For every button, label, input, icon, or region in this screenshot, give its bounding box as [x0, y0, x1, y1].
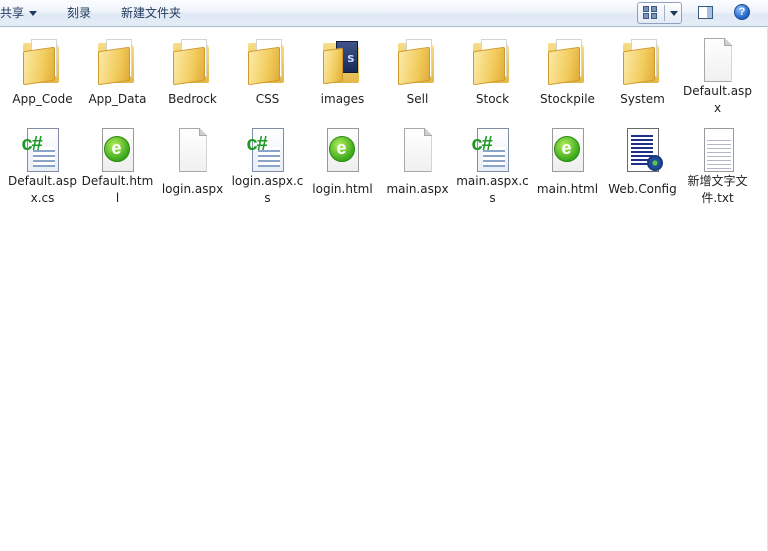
file-item[interactable]: Default.aspx	[680, 35, 755, 117]
folder-icon	[244, 37, 292, 86]
share-label: 共享	[0, 6, 25, 20]
csharp-file-icon: c#	[244, 127, 292, 172]
item-label: main.aspx	[386, 182, 449, 196]
images-folder-icon: S	[319, 37, 367, 85]
item-label: Bedrock	[168, 92, 217, 106]
file-item[interactable]: login.aspx	[155, 125, 230, 207]
item-label: Stockpile	[540, 92, 595, 106]
folder-icon	[94, 37, 142, 86]
item-label: CSS	[255, 92, 280, 106]
folder-item[interactable]: Sell	[380, 35, 455, 117]
burn-button[interactable]: 刻录	[67, 0, 91, 26]
blank-file-icon	[694, 37, 742, 82]
blank-file-icon	[394, 127, 442, 175]
item-label: Default.aspx.cs	[8, 174, 77, 205]
item-label: App_Data	[88, 92, 147, 106]
folder-item[interactable]: Bedrock	[155, 35, 230, 117]
folder-item[interactable]: CSS	[230, 35, 305, 117]
file-list-area[interactable]: App_Code App_Data Bedrock CSS Simages Sell Sto…	[0, 28, 768, 551]
folder-icon	[394, 37, 442, 86]
item-label: App_Code	[12, 92, 73, 106]
item-label: Default.aspx	[683, 84, 752, 115]
config-file-icon	[619, 127, 667, 175]
folder-item[interactable]: App_Code	[5, 35, 80, 117]
folder-item[interactable]: Stock	[455, 35, 530, 117]
file-item[interactable]: c# main.aspx.cs	[455, 125, 530, 207]
file-item[interactable]: c# login.aspx.cs	[230, 125, 305, 207]
item-label: Stock	[475, 92, 510, 106]
text-file-icon	[694, 127, 742, 172]
folder-item[interactable]: System	[605, 35, 680, 117]
file-item[interactable]: e main.html	[530, 125, 605, 207]
file-grid: App_Code App_Data Bedrock CSS Simages Sell Sto…	[5, 35, 755, 207]
folder-icon	[544, 37, 592, 86]
folder-icon	[19, 37, 67, 86]
csharp-file-icon: c#	[469, 127, 517, 172]
file-item[interactable]: c# Default.aspx.cs	[5, 125, 80, 207]
folder-item[interactable]: App_Data	[80, 35, 155, 117]
command-bar: 共享 刻录 新建文件夹 ?	[0, 0, 768, 27]
html-file-icon: e	[319, 127, 367, 175]
item-label: login.aspx.cs	[231, 174, 304, 205]
html-file-icon: e	[94, 127, 142, 172]
view-divider	[664, 5, 665, 21]
change-view-button[interactable]	[637, 2, 682, 24]
chevron-down-icon	[29, 11, 38, 16]
item-label: main.html	[536, 182, 599, 196]
file-item[interactable]: 新增文字文件.txt	[680, 125, 755, 207]
file-item[interactable]: main.aspx	[380, 125, 455, 207]
folder-icon	[169, 37, 217, 86]
item-label: main.aspx.cs	[456, 174, 529, 205]
help-icon[interactable]: ?	[734, 4, 750, 20]
folder-item[interactable]: Stockpile	[530, 35, 605, 117]
item-label: 新增文字文件.txt	[687, 174, 748, 205]
folder-item[interactable]: Simages	[305, 35, 380, 117]
folder-icon	[469, 37, 517, 86]
item-label: login.aspx	[161, 182, 224, 196]
folder-icon	[619, 37, 667, 86]
item-label: Default.html	[81, 174, 154, 205]
item-label: login.html	[312, 182, 373, 196]
blank-file-icon	[169, 127, 217, 175]
chevron-down-icon[interactable]	[670, 11, 678, 16]
new-folder-button[interactable]: 新建文件夹	[121, 0, 181, 26]
item-label: System	[620, 92, 665, 106]
file-item[interactable]: e login.html	[305, 125, 380, 207]
item-label: images	[320, 92, 365, 106]
view-grid-icon	[643, 6, 658, 20]
csharp-file-icon: c#	[19, 127, 67, 172]
share-button[interactable]: 共享	[0, 0, 38, 26]
item-label: Sell	[406, 92, 429, 106]
html-file-icon: e	[544, 127, 592, 175]
file-item[interactable]: e Default.html	[80, 125, 155, 207]
file-item[interactable]: Web.Config	[605, 125, 680, 207]
preview-pane-icon[interactable]	[698, 6, 713, 19]
item-label: Web.Config	[608, 182, 677, 196]
